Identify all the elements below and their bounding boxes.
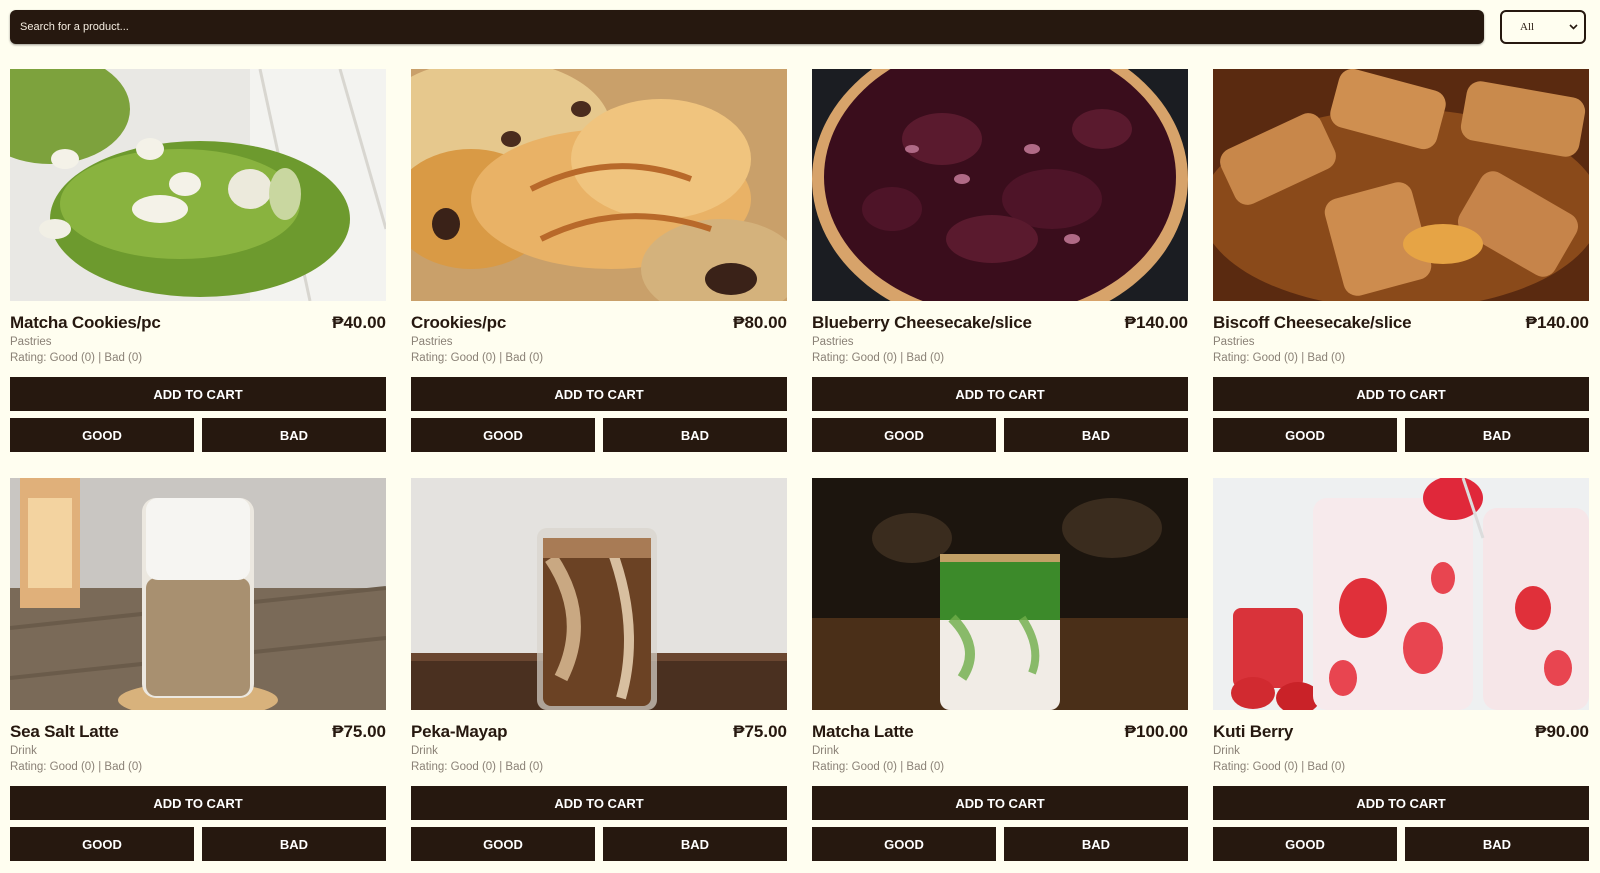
product-rating: Rating: Good (0) | Bad (0): [812, 761, 945, 773]
product-name: Kuti Berry: [1213, 722, 1294, 741]
crookie-image: [411, 69, 787, 301]
product-category: Pastries: [1213, 336, 1255, 348]
bad-button[interactable]: BAD: [1405, 418, 1589, 452]
product-card: Kuti Berry ₱90.00 Drink Rating: Good (0)…: [1213, 478, 1589, 862]
category-filter-value: All: [1520, 21, 1535, 33]
product-card: Crookies/pc ₱80.00 Pastries Rating: Good…: [411, 69, 787, 453]
product-name: Crookies/pc: [411, 313, 507, 332]
product-rating: Rating: Good (0) | Bad (0): [411, 352, 544, 364]
product-name: Sea Salt Latte: [10, 722, 119, 741]
sea-salt-latte-image: [10, 478, 386, 710]
product-rating: Rating: Good (0) | Bad (0): [812, 352, 945, 364]
product-name: Biscoff Cheesecake/slice: [1213, 313, 1412, 332]
good-button[interactable]: GOOD: [1213, 418, 1397, 452]
bad-button[interactable]: BAD: [1004, 418, 1188, 452]
product-category: Pastries: [812, 336, 854, 348]
product-card: Peka-Mayap ₱75.00 Drink Rating: Good (0)…: [411, 478, 787, 862]
product-card: Sea Salt Latte ₱75.00 Drink Rating: Good…: [10, 478, 386, 862]
bad-button[interactable]: BAD: [603, 418, 787, 452]
bad-button[interactable]: BAD: [1405, 827, 1589, 861]
product-rating: Rating: Good (0) | Bad (0): [10, 352, 143, 364]
peka-mayap-image: [411, 478, 787, 710]
matcha-cookie-image: [10, 69, 386, 301]
add-to-cart-button[interactable]: ADD TO CART: [411, 377, 787, 411]
product-name: Blueberry Cheesecake/slice: [812, 313, 1032, 332]
add-to-cart-button[interactable]: ADD TO CART: [812, 377, 1188, 411]
good-button[interactable]: GOOD: [10, 418, 194, 452]
product-rating: Rating: Good (0) | Bad (0): [1213, 761, 1346, 773]
product-price: ₱90.00: [1535, 722, 1589, 741]
chevron-down-icon: [1568, 22, 1578, 32]
bad-button[interactable]: BAD: [202, 827, 386, 861]
search-input[interactable]: [10, 10, 1484, 44]
product-category: Drink: [1213, 745, 1240, 757]
product-rating: Rating: Good (0) | Bad (0): [10, 761, 143, 773]
good-button[interactable]: GOOD: [411, 827, 595, 861]
add-to-cart-button[interactable]: ADD TO CART: [812, 786, 1188, 820]
product-category: Drink: [812, 745, 839, 757]
good-button[interactable]: GOOD: [411, 418, 595, 452]
product-rating: Rating: Good (0) | Bad (0): [411, 761, 544, 773]
product-category: Drink: [411, 745, 438, 757]
product-name: Peka-Mayap: [411, 722, 508, 741]
product-grid: Matcha Cookies/pc ₱40.00 Pastries Rating…: [10, 69, 1589, 862]
good-button[interactable]: GOOD: [812, 418, 996, 452]
good-button[interactable]: GOOD: [1213, 827, 1397, 861]
product-card: Biscoff Cheesecake/slice ₱140.00 Pastrie…: [1213, 69, 1589, 453]
product-price: ₱80.00: [733, 313, 787, 332]
product-name: Matcha Cookies/pc: [10, 313, 161, 332]
product-name: Matcha Latte: [812, 722, 914, 741]
category-filter-select[interactable]: All: [1500, 10, 1586, 44]
kuti-berry-image: [1213, 478, 1589, 710]
product-category: Pastries: [10, 336, 52, 348]
bad-button[interactable]: BAD: [1004, 827, 1188, 861]
product-price: ₱75.00: [332, 722, 386, 741]
product-card: Matcha Latte ₱100.00 Drink Rating: Good …: [812, 478, 1188, 862]
blueberry-cheesecake-image: [812, 69, 1188, 301]
matcha-latte-image: [812, 478, 1188, 710]
product-rating: Rating: Good (0) | Bad (0): [1213, 352, 1346, 364]
product-price: ₱100.00: [1124, 722, 1188, 741]
bad-button[interactable]: BAD: [603, 827, 787, 861]
product-card: Matcha Cookies/pc ₱40.00 Pastries Rating…: [10, 69, 386, 453]
product-category: Drink: [10, 745, 37, 757]
product-price: ₱40.00: [332, 313, 386, 332]
product-card: Blueberry Cheesecake/slice ₱140.00 Pastr…: [812, 69, 1188, 453]
product-price: ₱75.00: [733, 722, 787, 741]
add-to-cart-button[interactable]: ADD TO CART: [10, 786, 386, 820]
biscoff-cheesecake-image: [1213, 69, 1589, 301]
good-button[interactable]: GOOD: [812, 827, 996, 861]
good-button[interactable]: GOOD: [10, 827, 194, 861]
bad-button[interactable]: BAD: [202, 418, 386, 452]
product-price: ₱140.00: [1124, 313, 1188, 332]
product-price: ₱140.00: [1525, 313, 1589, 332]
add-to-cart-button[interactable]: ADD TO CART: [10, 377, 386, 411]
product-category: Pastries: [411, 336, 453, 348]
top-bar: All: [10, 10, 1590, 44]
add-to-cart-button[interactable]: ADD TO CART: [1213, 786, 1589, 820]
add-to-cart-button[interactable]: ADD TO CART: [411, 786, 787, 820]
add-to-cart-button[interactable]: ADD TO CART: [1213, 377, 1589, 411]
